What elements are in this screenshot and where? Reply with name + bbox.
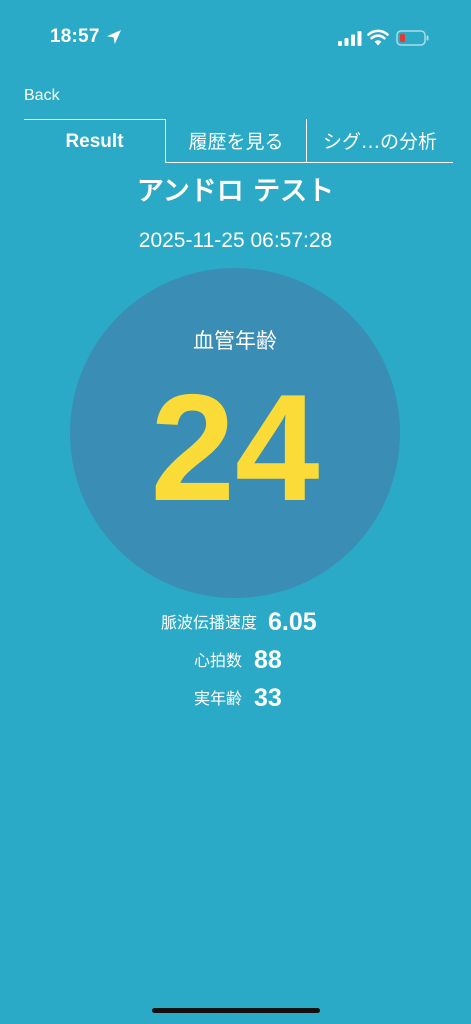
vascular-age-circle: 血管年齢 24 bbox=[70, 268, 400, 598]
vascular-age-value: 24 bbox=[150, 363, 320, 533]
cellular-signal-icon bbox=[338, 31, 362, 46]
page-title: アンドロ テスト bbox=[136, 176, 335, 207]
metric-row-heart-rate: 心拍数 88 bbox=[0, 645, 471, 677]
status-bar: 18:57 bbox=[0, 0, 471, 60]
metric-label: 実年齢 bbox=[193, 689, 242, 708]
tab-result[interactable]: Result bbox=[24, 119, 165, 163]
tab-history[interactable]: 履歴を見る bbox=[165, 119, 306, 163]
metric-value: 88 bbox=[254, 646, 282, 674]
metric-value: 6.05 bbox=[268, 608, 317, 636]
measurement-timestamp: 2025-11-25 06:57:28 bbox=[138, 229, 333, 252]
metric-row-actual-age: 実年齢 33 bbox=[0, 683, 471, 715]
back-button[interactable]: Back bbox=[24, 86, 60, 106]
battery-low-icon bbox=[396, 30, 429, 46]
metric-value: 33 bbox=[254, 684, 282, 712]
home-indicator[interactable] bbox=[152, 1008, 320, 1013]
location-arrow-icon bbox=[107, 30, 121, 44]
status-time: 18:57 bbox=[50, 26, 100, 47]
metric-row-pulse-wave-velocity: 脈波伝播速度 6.05 bbox=[0, 607, 471, 639]
tab-signal-analysis[interactable]: シグ…の分析 bbox=[306, 119, 453, 163]
tab-bar: Result 履歴を見る シグ…の分析 bbox=[24, 119, 453, 163]
vascular-age-label: 血管年齢 bbox=[193, 329, 277, 353]
metric-label: 脈波伝播速度 bbox=[160, 613, 257, 632]
wifi-icon bbox=[367, 29, 389, 46]
metric-label: 心拍数 bbox=[193, 651, 242, 670]
